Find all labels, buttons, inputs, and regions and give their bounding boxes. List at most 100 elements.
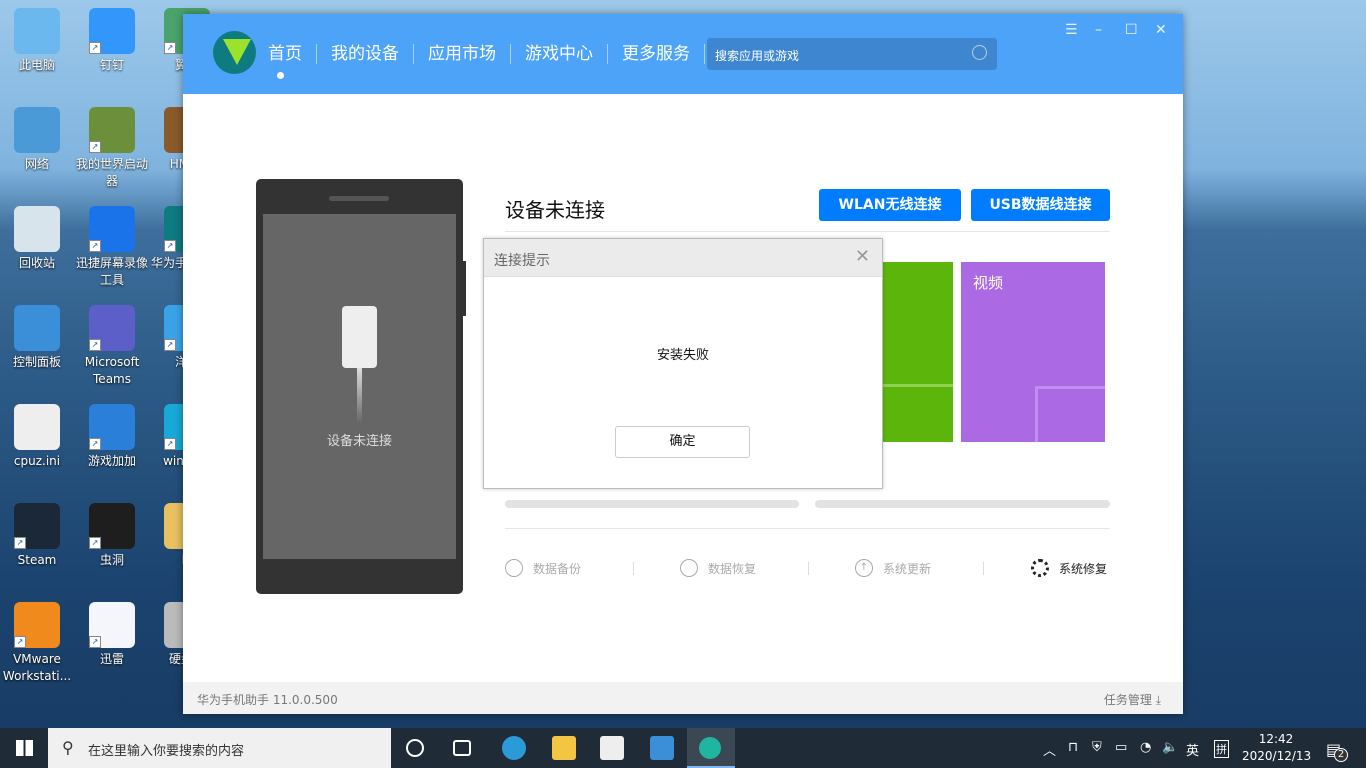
desktop-icon-label: Steam [17, 553, 57, 567]
desktop-icon[interactable]: 网络 [0, 107, 74, 173]
ime-mode[interactable]: 拼 [1214, 740, 1229, 758]
search-input[interactable]: 搜索应用或游戏 [707, 38, 997, 70]
desktop-icon-label: 游戏加加 [87, 454, 136, 468]
divider [983, 562, 984, 575]
desktop-icon[interactable]: ↗ VMware Workstati... [0, 602, 74, 685]
cortana-icon[interactable] [406, 739, 424, 757]
usb-plug-icon [342, 306, 377, 368]
shortcut-arrow-icon: ↗ [89, 42, 101, 54]
wlan-connect-button[interactable]: WLAN无线连接 [819, 189, 961, 221]
dialog-title: 连接提示 [494, 253, 550, 269]
desktop-icon-label: 网络 [24, 157, 49, 171]
notification-icon[interactable]: ▤ 2 [1326, 740, 1348, 762]
phone-side-button [463, 261, 466, 316]
desktop-icon-label: 虫洞 [99, 553, 124, 567]
connection-dialog: 连接提示 ✕ 安装失败 确定 [483, 238, 883, 489]
shortcut-arrow-icon: ↗ [164, 339, 176, 351]
desktop-icon-label: 此电脑 [18, 58, 55, 72]
task-view-icon[interactable] [453, 740, 471, 756]
task-manager-link[interactable]: 任务管理 ⤓ [1104, 691, 1161, 708]
maximize-button[interactable]: ☐ [1125, 22, 1138, 38]
tool-data-backup[interactable]: 数据备份 [505, 559, 581, 577]
wifi-icon[interactable]: ◔ [1140, 740, 1151, 755]
app-icon [14, 107, 60, 153]
time: 12:42 [1258, 732, 1294, 746]
app-icon: ↗ [89, 206, 135, 252]
desktop-icon[interactable]: ↗ 迅捷屏幕录像工具 [75, 206, 149, 289]
app-icon: ↗ [89, 8, 135, 54]
desktop-icon-label: cpuz.ini [13, 454, 61, 468]
close-button[interactable]: ✕ [1155, 22, 1167, 38]
nav-more-services[interactable]: 更多服务 [622, 44, 705, 64]
nav-label: 首页 [268, 44, 302, 64]
file-explorer-icon[interactable] [552, 736, 576, 760]
app-logo [213, 31, 256, 74]
app-icon: ↗ [89, 503, 135, 549]
minimize-button[interactable]: – [1095, 22, 1102, 38]
menu-icon[interactable]: ☰ [1065, 22, 1078, 38]
desktop-icon[interactable]: ↗ 虫洞 [75, 503, 149, 569]
search-icon: ⚲ [62, 738, 74, 757]
ime-language[interactable]: 英 [1186, 740, 1199, 759]
app-icon [14, 8, 60, 54]
desktop-icon[interactable]: cpuz.ini [0, 404, 74, 470]
active-indicator [277, 72, 284, 79]
notification-badge: 2 [1334, 748, 1348, 762]
tool-system-update[interactable]: ↑ 系统更新 [855, 559, 931, 577]
phone-mockup: 设备未连接 [256, 179, 466, 594]
store-icon[interactable] [600, 736, 624, 760]
security-icon[interactable]: ⛨ [1092, 740, 1102, 755]
show-hidden-icons[interactable]: ︿ [1043, 740, 1056, 759]
desktop-icon-label: 我的世界启动器 [75, 157, 148, 188]
tile-video[interactable]: 视频 [961, 262, 1105, 442]
taskbar: ⚲ 在这里输入你要搜索的内容 ︿ ⊓ ⛨ ▭ ◔ 🔈 英 拼 12:42 2020/… [0, 728, 1366, 768]
dialog-ok-button[interactable]: 确定 [615, 426, 750, 458]
desktop-icon[interactable]: 回收站 [0, 206, 74, 272]
clock[interactable]: 12:42 2020/12/13 [1242, 731, 1311, 765]
desktop-icon[interactable]: ↗ 我的世界启动器 [75, 107, 149, 190]
tool-label: 系统修复 [1059, 561, 1108, 576]
main-nav: 首页 我的设备 应用市场 游戏中心 更多服务 [268, 44, 719, 79]
divider [505, 528, 1110, 529]
upload-icon: ↑ [855, 559, 873, 577]
windows-start-icon[interactable] [16, 740, 33, 756]
app-icon: ↗ [89, 107, 135, 153]
desktop-icon[interactable]: ↗ 钉钉 [75, 8, 149, 74]
tool-data-restore[interactable]: 数据恢复 [680, 559, 756, 577]
shortcut-arrow-icon: ↗ [14, 636, 26, 648]
dialog-close-icon[interactable]: ✕ [855, 246, 870, 267]
shortcut-arrow-icon: ↗ [89, 339, 101, 351]
app-icon: ↗ [14, 602, 60, 648]
desktop-icon-label: 迅雷 [99, 652, 124, 666]
phone-status-text: 设备未连接 [326, 434, 392, 449]
shortcut-arrow-icon: ↗ [164, 240, 176, 252]
usb-icon[interactable]: ⊓ [1068, 740, 1078, 755]
phone-screen: 设备未连接 [263, 214, 456, 559]
edge-icon[interactable] [502, 736, 526, 760]
desktop-icon[interactable]: ↗ Steam [0, 503, 74, 569]
usb-connect-button[interactable]: USB数据线连接 [971, 189, 1110, 221]
divider [505, 231, 1110, 232]
tool-label: 数据备份 [533, 561, 582, 576]
desktop-icon[interactable]: ↗ 游戏加加 [75, 404, 149, 470]
divider [633, 562, 634, 575]
desktop-icon[interactable]: 此电脑 [0, 8, 74, 74]
shortcut-arrow-icon: ↗ [89, 438, 101, 450]
battery-icon[interactable]: ▭ [1115, 740, 1127, 755]
mail-icon[interactable] [650, 736, 674, 760]
hisuite-taskbar-button[interactable] [687, 728, 735, 768]
taskbar-search-input[interactable]: ⚲ 在这里输入你要搜索的内容 [48, 728, 391, 768]
nav-game-center[interactable]: 游戏中心 [525, 44, 608, 64]
desktop-icon[interactable]: ↗ 迅雷 [75, 602, 149, 668]
search-icon[interactable] [972, 45, 987, 60]
tool-system-repair[interactable]: 系统修复 [1031, 559, 1107, 577]
divider [808, 562, 809, 575]
nav-my-devices[interactable]: 我的设备 [331, 44, 414, 64]
volume-icon[interactable]: 🔈 [1162, 740, 1178, 755]
nav-app-market[interactable]: 应用市场 [428, 44, 511, 64]
desktop-icon[interactable]: 控制面板 [0, 305, 74, 371]
nav-home[interactable]: 首页 [268, 44, 317, 79]
app-icon: ↗ [14, 503, 60, 549]
desktop-icon[interactable]: ↗ Microsoft Teams [75, 305, 149, 388]
app-icon: ↗ [89, 602, 135, 648]
